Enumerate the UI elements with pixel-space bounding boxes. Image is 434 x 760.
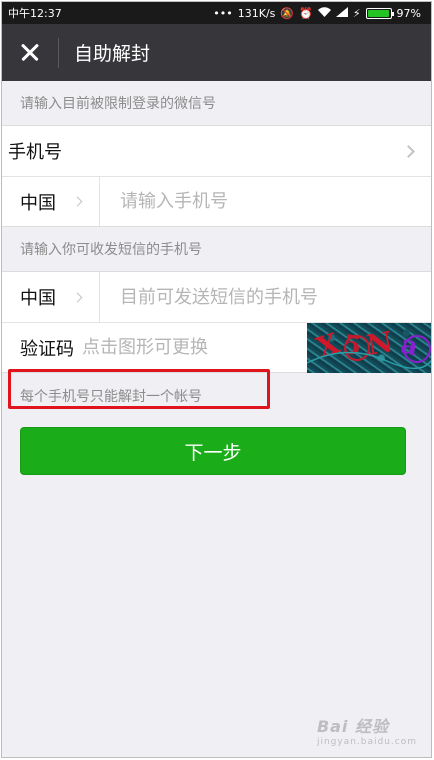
chevron-right-icon xyxy=(72,292,83,302)
captcha-image[interactable]: X 5 N a xyxy=(307,322,431,373)
battery-percent: 97% xyxy=(396,6,421,20)
status-bar: 中午12:37 ••• 131K/s 🔕 ⏰ ⚡ 97% xyxy=(2,2,431,24)
title-divider xyxy=(58,37,59,68)
battery-icon xyxy=(365,7,394,19)
chevron-right-icon xyxy=(72,196,83,207)
highlight-box xyxy=(8,369,270,409)
network-speed: 131K/s xyxy=(237,6,276,20)
section1-label: 请输入目前被限制登录的微信号 xyxy=(20,96,216,112)
watermark-sub: jingyan.baidu.com xyxy=(316,737,417,747)
next-button[interactable]: 下一步 xyxy=(20,427,406,475)
country-label-2: 中国 xyxy=(20,288,56,309)
country-selector-2[interactable]: 中国 xyxy=(2,272,100,322)
wifi-icon xyxy=(317,7,331,19)
charging-icon: ⚡ xyxy=(352,6,361,20)
mute-icon: 🔕 xyxy=(280,6,295,20)
country-selector-1[interactable]: 中国 xyxy=(2,177,100,226)
sms-group: 中国 验证码 X 5 N a xyxy=(2,271,431,373)
hint-area: 每个手机号只能解封一个帐号 xyxy=(2,369,431,415)
signal-icon xyxy=(335,7,348,19)
account-type-label: 手机号 xyxy=(8,142,62,163)
sms-phone-row: 中国 xyxy=(2,272,431,322)
captcha-noise xyxy=(307,334,431,369)
watermark: Bai 经验 jingyan.baidu.com xyxy=(317,713,417,747)
country-label-1: 中国 xyxy=(20,192,56,214)
verification-code-row: 验证码 X 5 N a xyxy=(2,322,431,373)
verification-code-input[interactable] xyxy=(74,323,307,372)
title-bar: 自助解封 xyxy=(2,24,431,81)
status-time: 中午12:37 xyxy=(8,7,62,20)
watermark-main: Bai 经验 xyxy=(316,717,389,736)
status-icons: ••• 131K/s 🔕 ⏰ ⚡ 97% xyxy=(213,7,421,20)
account-phone-row: 中国 xyxy=(2,176,431,226)
account-group: 手机号 中国 xyxy=(2,125,431,227)
page-title: 自助解封 xyxy=(74,43,151,65)
battery-fill xyxy=(367,9,389,17)
app-frame: 中午12:37 ••• 131K/s 🔕 ⏰ ⚡ 97% 自助解封 请输入目前被… xyxy=(1,1,432,758)
chevron-right-icon xyxy=(402,144,415,158)
close-icon[interactable] xyxy=(2,24,58,81)
dots-icon: ••• xyxy=(213,6,233,20)
alarm-icon: ⏰ xyxy=(299,6,313,20)
sms-phone-input[interactable] xyxy=(100,272,431,322)
account-phone-input[interactable] xyxy=(100,177,431,226)
verification-code-label: 验证码 xyxy=(20,338,74,360)
section2-label: 请输入你可收发短信的手机号 xyxy=(20,242,202,258)
account-type-selector[interactable]: 手机号 xyxy=(2,126,431,176)
